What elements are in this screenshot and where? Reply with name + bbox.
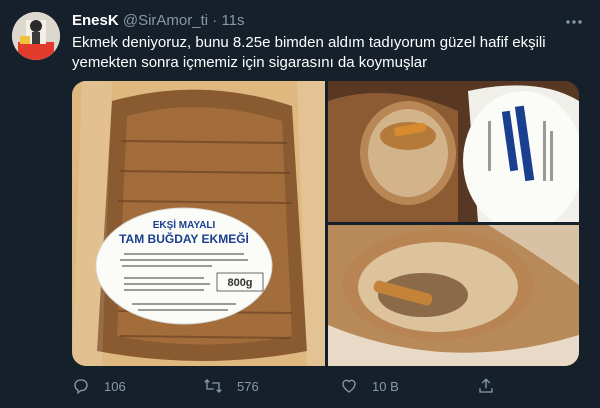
user-handle[interactable]: @SirAmor_ti <box>123 12 208 29</box>
tweet-text-line: Ekmek deniyoruz, bunu 8.25e bimden aldım… <box>72 34 546 51</box>
photo-bread-closeup-bottom[interactable] <box>328 225 579 366</box>
retweet-button[interactable]: 576 <box>203 374 259 398</box>
like-button[interactable]: 10 B <box>340 374 399 398</box>
heart-icon <box>342 379 356 393</box>
tweet-header: EnesK @SirAmor_ti · 11s <box>72 11 245 31</box>
retweet-icon <box>204 379 222 393</box>
bread-closeup-image <box>328 81 579 222</box>
more-button[interactable] <box>562 10 586 34</box>
tweet-text: Ekmek deniyoruz, bunu 8.25e bimden aldım… <box>72 33 582 73</box>
avatar[interactable] <box>12 12 60 60</box>
reply-icon <box>74 379 88 395</box>
label-line2: TAM BUĞDAY EKMEĞİ <box>119 231 249 246</box>
reply-button[interactable]: 106 <box>72 374 126 398</box>
media-grid: EKŞİ MAYALI TAM BUĞDAY EKMEĞİ 800g <box>72 81 579 366</box>
retweet-count: 576 <box>237 378 259 394</box>
label-line1: EKŞİ MAYALI <box>153 218 216 231</box>
tweet-actions: 106 576 10 B <box>72 374 582 398</box>
photo-bread-bag[interactable]: EKŞİ MAYALI TAM BUĞDAY EKMEĞİ 800g <box>72 81 325 366</box>
label-weight: 800g <box>227 277 252 289</box>
photo-bread-closeup-top[interactable] <box>328 81 579 222</box>
share-icon <box>479 378 493 393</box>
avatar-image <box>12 12 60 60</box>
tweet-timestamp[interactable]: 11s <box>221 12 244 29</box>
more-icon <box>566 20 582 24</box>
reply-count: 106 <box>104 378 126 394</box>
bread-bag-image: EKŞİ MAYALI TAM BUĞDAY EKMEĞİ 800g <box>72 81 325 366</box>
separator-dot: · <box>212 12 218 29</box>
tweet-text-line: yemekten sonra içmemiz için sigarasını d… <box>72 54 428 71</box>
display-name[interactable]: EnesK <box>72 12 119 29</box>
bread-inside-image <box>328 225 579 366</box>
share-button[interactable] <box>477 374 509 398</box>
like-count: 10 B <box>372 378 399 394</box>
